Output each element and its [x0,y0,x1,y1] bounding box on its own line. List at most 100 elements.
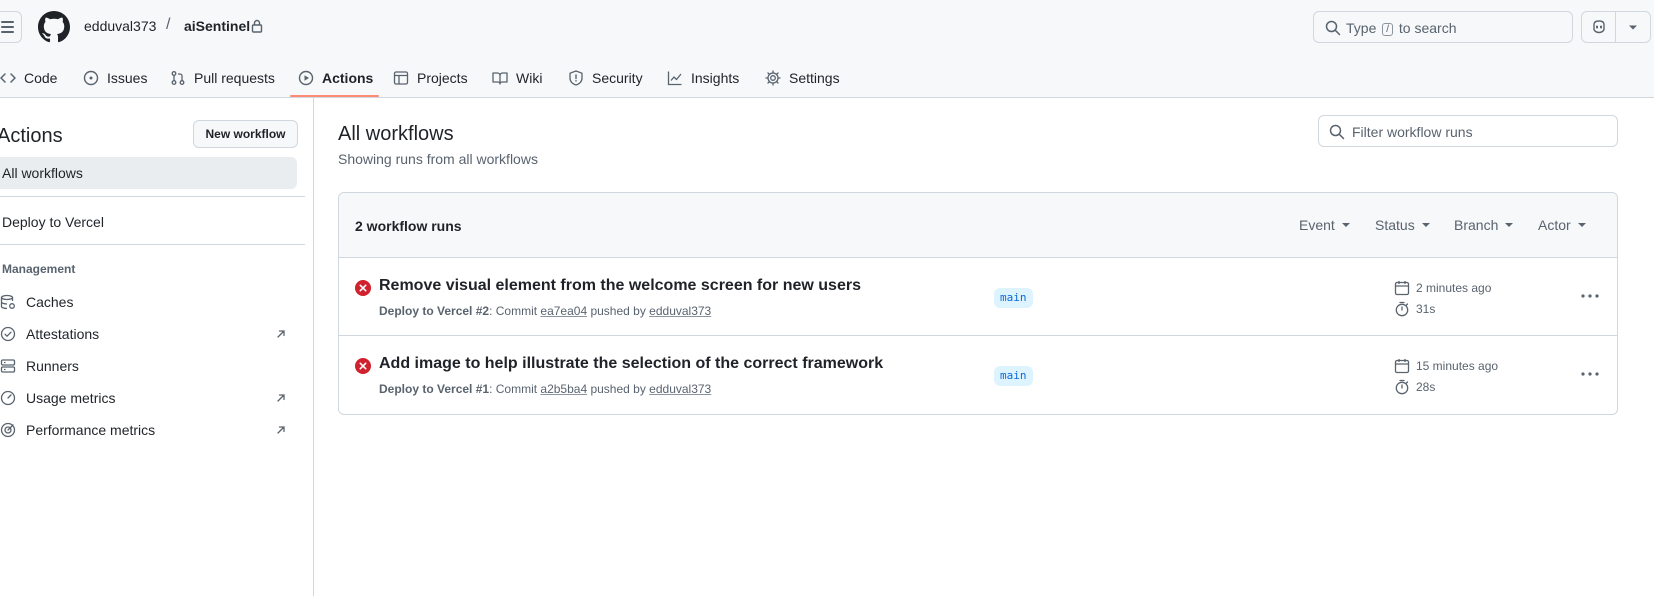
git-pull-request-icon [171,71,185,85]
global-search-input[interactable]: Type / to search [1313,11,1573,43]
run-workflow-name: Deploy to Vercel #1 [379,382,490,396]
sidebar-title: Actions [0,125,63,147]
copilot-button[interactable] [1581,11,1651,43]
commit-link[interactable]: ea7ea04 [540,304,587,318]
tab-issues[interactable]: Issues [83,58,147,98]
tab-insights[interactable]: Insights [667,58,739,98]
link-external-icon [277,426,285,434]
page-title: All workflows [338,123,454,145]
runs-count: 2 workflow runs [355,218,462,234]
sidebar-item-all-workflows[interactable]: All workflows [0,157,297,189]
run-timestamp: 2 minutes ago [1394,280,1491,296]
triangle-down-icon [1421,223,1430,227]
breadcrumb-separator: / [166,16,171,33]
tab-pull-requests[interactable]: Pull requests [170,58,275,98]
database-icon [0,294,15,310]
x-circle-fill-icon [355,280,371,296]
kebab-horizontal-icon[interactable] [1580,366,1600,382]
github-logo-icon[interactable] [38,11,70,43]
filter-placeholder: Filter workflow runs [1352,124,1473,140]
workflow-run-row[interactable]: Add image to help illustrate the selecti… [339,336,1617,414]
link-external-icon [277,330,285,338]
table-icon [393,71,409,85]
branch-filter-dropdown[interactable]: Branch [1454,217,1514,233]
sidebar-item-label: Runners [26,358,79,374]
active-tab-underline [290,95,379,97]
tab-actions[interactable]: Actions [298,58,373,98]
tab-label: Security [592,70,643,86]
lock-icon [251,19,263,33]
run-duration: 28s [1394,379,1435,395]
management-heading: Management [2,262,76,276]
sidebar-item-label: Caches [26,294,74,310]
tab-settings[interactable]: Settings [765,58,840,98]
x-circle-fill-icon [355,358,371,374]
chevron-down-icon[interactable] [1627,21,1639,33]
sidebar-item-attestations[interactable]: Attestations [0,322,290,346]
sidebar-item-deploy-to-vercel[interactable]: Deploy to Vercel [2,214,104,230]
branch-badge[interactable]: main [994,288,1033,308]
tab-label: Issues [107,70,148,86]
menu-line [0,26,14,28]
link-external-icon [277,394,285,402]
tab-label: Settings [789,70,840,86]
branch-badge[interactable]: main [994,366,1033,386]
search-icon [1329,124,1345,140]
new-workflow-button[interactable]: New workflow [193,120,298,148]
workflow-runs-list: 2 workflow runs Event Status Branch Acto… [338,192,1618,415]
menu-line [0,31,14,33]
tab-security[interactable]: Security [568,58,643,98]
run-title-link[interactable]: Remove visual element from the welcome s… [379,277,861,295]
copilot-icon [1593,20,1605,34]
calendar-icon [1394,281,1410,296]
gear-icon [765,70,781,86]
dropdown-label: Status [1375,217,1415,233]
triangle-down-icon [1577,223,1586,227]
tab-code[interactable]: Code [0,58,57,98]
sidebar-item-label: Usage metrics [26,390,116,406]
run-workflow-name: Deploy to Vercel #2 [379,304,490,318]
sidebar-item-usage-metrics[interactable]: Usage metrics [0,386,290,410]
sidebar-divider [0,196,305,197]
kebab-horizontal-icon[interactable] [1580,288,1600,304]
run-duration: 31s [1394,301,1435,317]
button-divider [1615,12,1616,42]
status-filter-dropdown[interactable]: Status [1375,217,1431,233]
stopwatch-icon [1395,301,1409,317]
search-hint: Type / to search [1346,20,1457,36]
sidebar-item-label: Attestations [26,326,100,342]
commit-link[interactable]: a2b5ba4 [540,382,587,396]
stopwatch-icon [1395,379,1409,395]
dropdown-label: Actor [1538,217,1571,233]
runs-list-header: 2 workflow runs Event Status Branch Acto… [339,193,1617,258]
graph-icon [667,71,682,86]
run-meta: Deploy to Vercel #1: Commit a2b5ba4 push… [379,382,712,396]
tab-projects[interactable]: Projects [393,58,468,98]
workflow-run-row[interactable]: Remove visual element from the welcome s… [339,258,1617,336]
hamburger-menu-button[interactable] [0,11,22,43]
sidebar-item-performance-metrics[interactable]: Performance metrics [0,418,290,442]
filter-workflow-runs-input[interactable]: Filter workflow runs [1318,115,1618,147]
sidebar-item-runners[interactable]: Runners [0,354,290,378]
triangle-down-icon [1341,223,1350,227]
code-icon [0,73,16,83]
search-icon [1325,20,1341,36]
play-icon [298,70,314,86]
sidebar-item-caches[interactable]: Caches [0,290,290,314]
sidebar-divider [0,244,305,245]
event-filter-dropdown[interactable]: Event [1299,217,1351,233]
actor-filter-dropdown[interactable]: Actor [1538,217,1587,233]
sidebar-item-label: All workflows [2,165,83,181]
dropdown-label: Event [1299,217,1335,233]
repo-name-link[interactable]: aiSentinel [184,18,250,34]
tab-wiki[interactable]: Wiki [492,58,542,98]
actor-link[interactable]: edduval373 [649,304,711,318]
repo-owner-link[interactable]: edduval373 [84,18,156,34]
issue-opened-icon [83,70,99,86]
run-meta: Deploy to Vercel #2: Commit ea7ea04 push… [379,304,712,318]
tab-label: Wiki [516,70,543,86]
actor-link[interactable]: edduval373 [649,382,711,396]
run-title-link[interactable]: Add image to help illustrate the selecti… [379,355,883,373]
actions-sidebar: Actions New workflow All workflows Deplo… [0,98,314,596]
sidebar-item-label: Performance metrics [26,422,156,438]
